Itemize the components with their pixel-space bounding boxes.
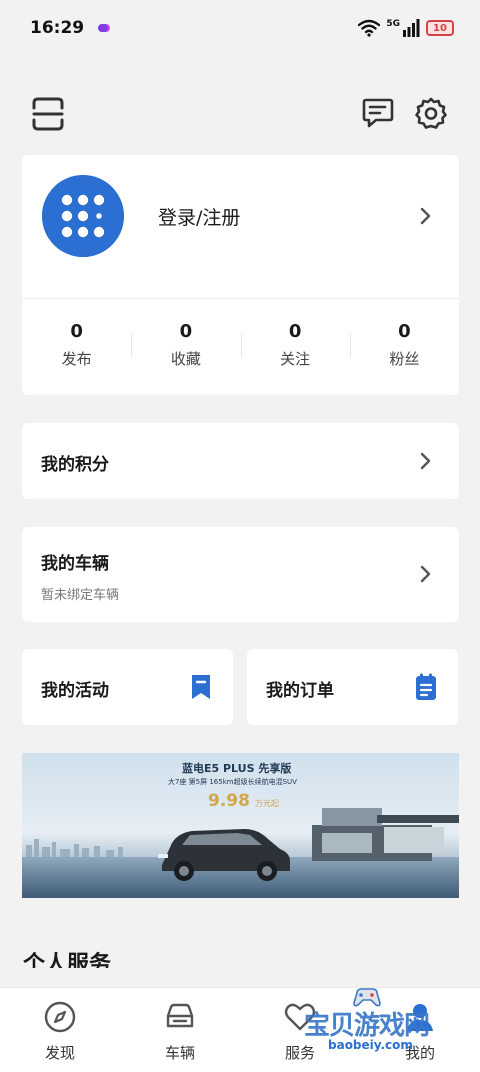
my-activity-title: 我的活动 (41, 681, 109, 701)
stat-label: 粉丝 (389, 350, 420, 368)
watermark-url: baobeiy.com (328, 1038, 413, 1052)
stat-favorites[interactable]: 0 收藏 (131, 321, 240, 371)
nav-item-vehicle[interactable]: 车辆 (120, 988, 240, 1072)
my-orders-card[interactable]: 我的订单 (247, 649, 458, 725)
promo-banner[interactable]: 蓝电E5 PLUS 先享版 大7座 第5屏 165km超级长续航电混SUV 9.… (22, 753, 459, 898)
status-time: 16:29 (30, 18, 85, 38)
stat-value: 0 (398, 321, 411, 342)
status-left: 16:29 (30, 18, 109, 38)
watermark-text: 宝贝游戏网 (304, 1011, 430, 1041)
my-points-title: 我的积分 (41, 455, 109, 475)
notification-dot-icon (98, 24, 109, 32)
stat-label: 关注 (280, 350, 311, 368)
my-vehicle-row[interactable]: 我的车辆 暂未绑定车辆 (22, 527, 459, 622)
chevron-right-icon (420, 452, 431, 470)
nav-item-discover[interactable]: 发现 (0, 988, 120, 1072)
my-vehicle-subtitle: 暂未绑定车辆 (41, 588, 120, 603)
stat-value: 0 (179, 321, 193, 342)
nav-label: 发现 (44, 1044, 75, 1062)
nav-label: 车辆 (164, 1044, 195, 1062)
banner-title: 蓝电E5 PLUS 先享版 (182, 762, 292, 775)
divider (22, 298, 459, 299)
stat-followers[interactable]: 0 粉丝 (349, 321, 459, 371)
network-type: 5G (386, 19, 400, 29)
stat-label: 收藏 (170, 350, 201, 368)
my-orders-title: 我的订单 (266, 681, 334, 701)
stat-value: 0 (288, 321, 302, 342)
bookmark-icon (192, 675, 210, 699)
watermark: 宝贝游戏网 baobeiy.com (300, 985, 460, 1057)
stat-label: 发布 (61, 350, 92, 368)
battery-icon: 10 (426, 20, 454, 36)
banner-price: 9.98 (208, 791, 250, 811)
my-activity-card[interactable]: 我的活动 (22, 649, 233, 725)
profile-card: 登录/注册 0 发布 0 收藏 0 关注 0 粉丝 (22, 155, 459, 395)
banner-price-group: 9.98 万元起 (208, 791, 279, 811)
stat-value: 0 (70, 321, 83, 342)
scan-icon[interactable] (30, 96, 66, 132)
clipboard-icon (416, 673, 436, 700)
car-icon (166, 1003, 194, 1028)
chevron-right-icon (420, 565, 431, 583)
signal-icon (403, 19, 420, 37)
profile-stats: 0 发布 0 收藏 0 关注 0 粉丝 (22, 321, 459, 371)
stat-posts[interactable]: 0 发布 (22, 321, 131, 371)
my-vehicle-title: 我的车辆 (41, 554, 109, 574)
status-right: 5G 10 (358, 19, 454, 37)
message-icon[interactable] (362, 97, 394, 129)
banner-tagline: 大7座 第5屏 165km超级长续航电混SUV (168, 778, 297, 786)
banner-price-unit: 万元起 (255, 799, 280, 808)
wifi-icon (358, 19, 381, 37)
stat-following[interactable]: 0 关注 (240, 321, 350, 371)
compass-icon (44, 1001, 76, 1033)
login-register-link[interactable]: 登录/注册 (158, 203, 240, 230)
chevron-right-icon[interactable] (419, 207, 433, 225)
top-action-bar (0, 92, 480, 138)
battery-level: 10 (433, 22, 447, 34)
status-bar: 16:29 5G 10 (0, 0, 480, 56)
section-title-personal-services: 个人服务 (23, 952, 112, 968)
avatar-icon[interactable] (42, 175, 124, 257)
my-points-row[interactable]: 我的积分 (22, 423, 459, 499)
settings-icon[interactable] (414, 96, 448, 130)
